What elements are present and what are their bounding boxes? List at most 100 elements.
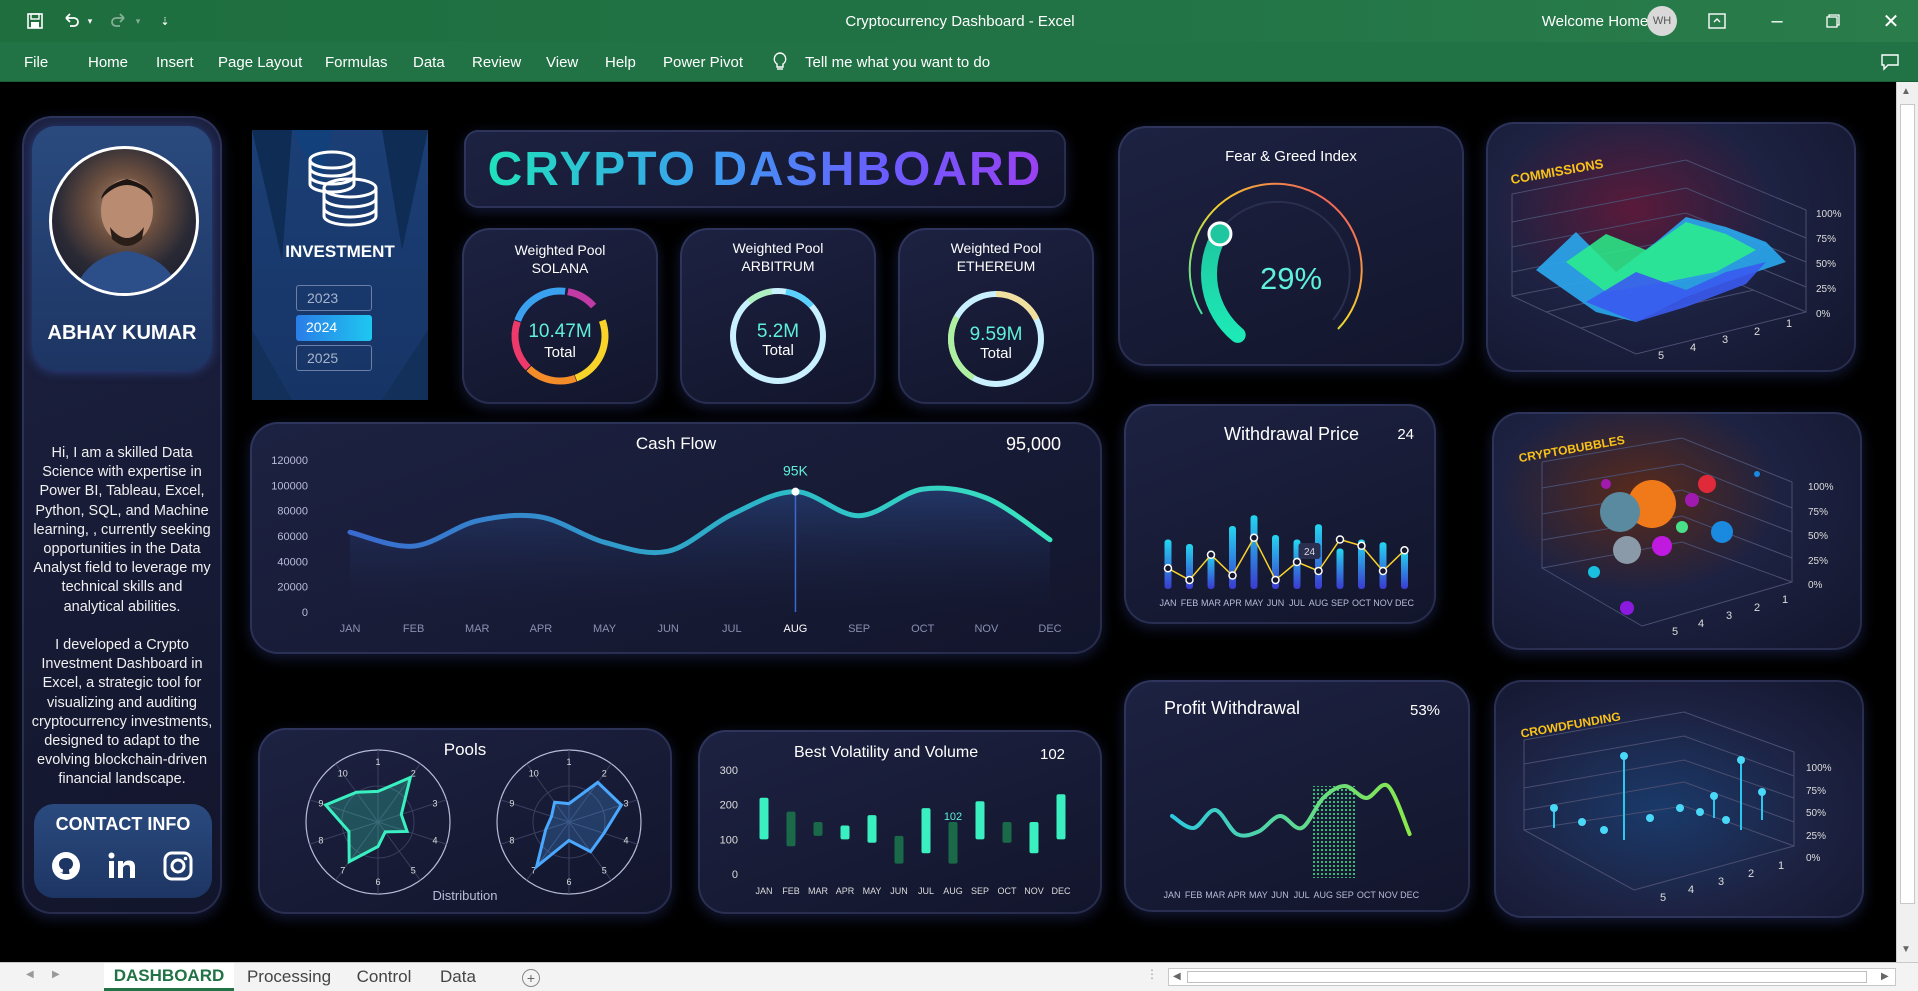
ribbon-display-icon[interactable] (1702, 0, 1732, 42)
x-tick-label: SEP (1331, 598, 1349, 608)
hscroll-left-icon[interactable]: ◀ (1173, 971, 1181, 982)
withdrawal-panel: Withdrawal Price 24 JAN FEB MAR APR MAY JUN JU… (1124, 404, 1436, 624)
y-tick-label: 100000 (271, 480, 308, 492)
withdrawal-point (1249, 533, 1259, 542)
tab-view[interactable]: View (546, 42, 578, 82)
tab-file[interactable]: File (24, 42, 48, 82)
x-tick-label: FEB (403, 623, 424, 635)
axis-label: 100% (1808, 482, 1834, 493)
contact-title: CONTACT INFO (55, 814, 191, 834)
x-tick-label: SEP (1336, 890, 1354, 900)
x-tick-label: JAN (755, 886, 772, 896)
close-icon[interactable]: ✕ (1876, 0, 1906, 42)
hscroll-thumb[interactable] (1187, 971, 1867, 983)
axis-label: 5 (1660, 892, 1667, 904)
customize-toolbar-icon[interactable]: ⇣ (156, 0, 174, 42)
tell-me-search[interactable]: Tell me what you want to do (805, 42, 990, 82)
hscroll-right-icon[interactable]: ▶ (1881, 971, 1889, 982)
volatility-bar (1056, 794, 1066, 840)
instagram-icon[interactable] (162, 850, 196, 884)
tab-review[interactable]: Review (472, 42, 521, 82)
comments-icon[interactable] (1880, 42, 1900, 82)
tooltip-label: 24 (1304, 547, 1316, 558)
minimize-icon[interactable]: – (1762, 0, 1792, 42)
profit-chart: JAN FEB MAR APR MAY JUN JUL AUG SEP OCT NOV DEC (1163, 782, 1420, 900)
tab-home[interactable]: Home (88, 42, 128, 82)
tab-power-pivot[interactable]: Power Pivot (663, 42, 743, 82)
radar-tick: 1 (375, 757, 380, 767)
year-2024-button[interactable]: 2024 (296, 315, 372, 341)
horizontal-scrollbar[interactable]: ◀ ▶ (1168, 968, 1896, 986)
tab-scroll-right-icon[interactable]: ▶ (52, 969, 60, 980)
x-tick-label: MAY (1249, 890, 1268, 900)
x-tick-label: JUL (1289, 598, 1305, 608)
profile-name: ABHAY KUMAR (47, 322, 197, 344)
save-icon[interactable] (22, 0, 48, 42)
pool-card-ethereum: Weighted Pool ETHEREUM 9.59M Total (898, 228, 1094, 404)
axis-label: 50% (1806, 808, 1827, 819)
y-tick-label: 120000 (271, 455, 308, 467)
sheet-tab-control[interactable]: Control (344, 963, 424, 991)
tab-insert[interactable]: Insert (156, 42, 194, 82)
scroll-thumb[interactable] (1900, 104, 1915, 904)
withdrawal-line (1167, 536, 1406, 582)
tab-help[interactable]: Help (605, 42, 636, 82)
tab-formulas[interactable]: Formulas (325, 42, 388, 82)
scroll-up-icon[interactable]: ▲ (1901, 86, 1911, 97)
x-tick-label: MAY (863, 886, 882, 896)
pool-sub: Total (544, 344, 576, 361)
sheet-tab-processing[interactable]: Processing (236, 963, 342, 991)
withdrawal-bar (1336, 548, 1344, 589)
x-tick-label: MAR (1205, 890, 1226, 900)
volatility-bar (867, 815, 877, 843)
pools-radar-panel: Pools Distribution 1 2 3 4 5 6 7 8 9 10 1 2 3 4 5 6 7 8 9 1… (258, 728, 672, 914)
x-tick-label: NOV (1378, 890, 1398, 900)
axis-label: 100% (1806, 763, 1832, 774)
highlight-label: 95K (783, 463, 809, 479)
cashflow-panel: Cash Flow 95,000 120000 100000 80000 60000 4… (250, 422, 1102, 654)
radar-tick: 3 (624, 798, 629, 808)
undo-dropdown-icon[interactable]: ▾ (84, 0, 96, 42)
scroll-down-icon[interactable]: ▼ (1901, 944, 1911, 955)
axis-label: 0% (1816, 309, 1831, 320)
redo-icon[interactable] (106, 0, 132, 42)
undo-icon[interactable] (58, 0, 84, 42)
redo-dropdown-icon[interactable]: ▾ (132, 0, 144, 42)
tab-data[interactable]: Data (413, 42, 445, 82)
volatility-bar (1029, 822, 1039, 854)
add-sheet-icon[interactable]: + (522, 969, 540, 987)
year-2025-button[interactable]: 2025 (296, 345, 372, 371)
profile-bio: Hi, I am a skilled Data Science with exp… (33, 445, 211, 615)
axis-label: 1 (1786, 318, 1793, 330)
x-tick-label: JUN (890, 886, 908, 896)
tab-scroll-left-icon[interactable]: ◀ (26, 969, 34, 980)
dashboard-title: CRYPTO DASHBOARD (464, 142, 1066, 197)
pool-name: SOLANA (531, 260, 589, 276)
axis-label: 5 (1672, 626, 1679, 638)
radar-tick: 10 (529, 768, 539, 778)
sheet-tab-dashboard[interactable]: DASHBOARD (104, 963, 234, 991)
vertical-scrollbar[interactable]: ▲ ▼ (1896, 82, 1918, 962)
withdrawal-point (1271, 575, 1280, 585)
x-tick-label: MAR (808, 886, 829, 896)
cashflow-chart: 120000 100000 80000 60000 40000 20000 0 JAN FEB M… (271, 455, 1061, 635)
radar-tick: 6 (375, 877, 380, 887)
sheet-tab-data[interactable]: Data (426, 963, 490, 991)
axis-label: 25% (1806, 830, 1827, 842)
restore-icon[interactable] (1818, 0, 1848, 42)
x-tick-label: MAR (465, 623, 490, 635)
splitter-icon[interactable]: ⋮ (1146, 967, 1158, 981)
avatar[interactable]: WH (1646, 0, 1678, 42)
pool-sub: Total (980, 345, 1012, 362)
x-tick-label: FEB (1181, 598, 1199, 608)
tab-page-layout[interactable]: Page Layout (218, 42, 302, 82)
axis-label: 2 (1748, 868, 1755, 880)
year-2023-button[interactable]: 2023 (296, 285, 372, 311)
axis-label: 1 (1782, 594, 1789, 606)
github-icon[interactable] (50, 850, 84, 884)
pool-card-solana: Weighted Pool SOLANA 10.47M Total (462, 228, 658, 404)
x-tick-label: SEP (971, 886, 989, 896)
axis-label: 5 (1658, 350, 1665, 362)
x-tick-label: OCT (1357, 890, 1377, 900)
linkedin-icon[interactable] (106, 850, 140, 884)
